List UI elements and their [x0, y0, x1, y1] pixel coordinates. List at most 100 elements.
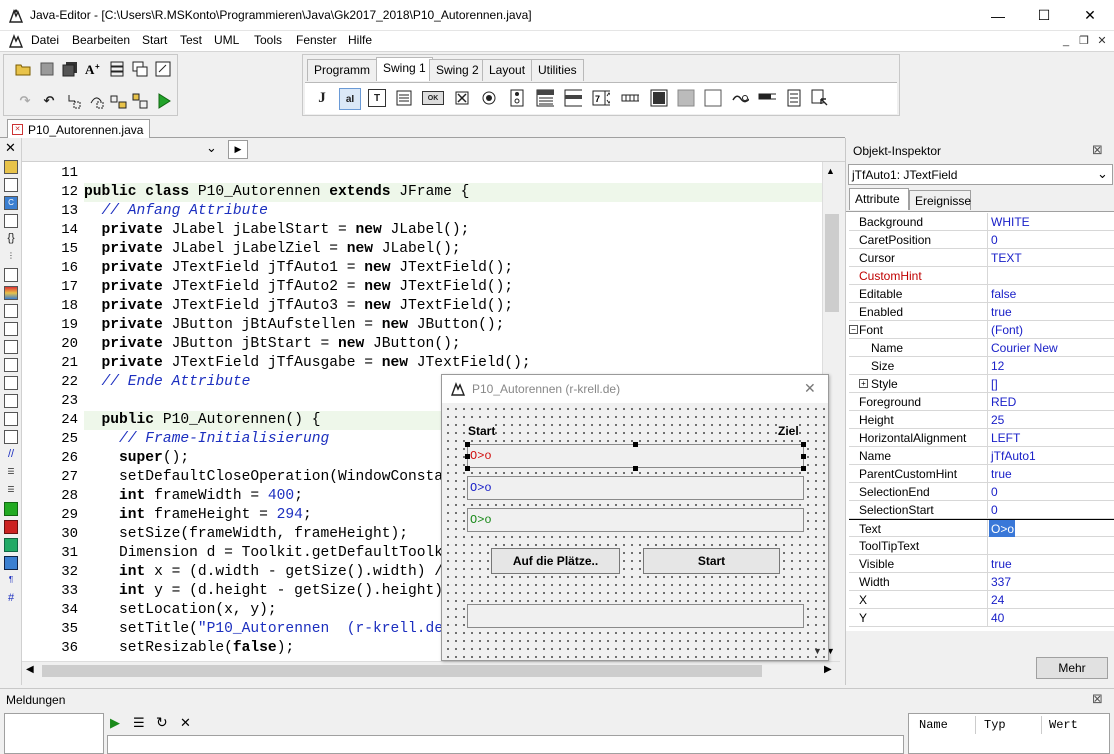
- property-value[interactable]: 0: [989, 501, 1114, 519]
- property-row[interactable]: ParentCustomHint true: [849, 465, 1114, 483]
- property-row[interactable]: ToolTipText: [849, 537, 1114, 555]
- property-value[interactable]: 40: [989, 609, 1114, 627]
- menu-test[interactable]: Test: [180, 33, 202, 47]
- if-icon[interactable]: [4, 304, 18, 318]
- property-row[interactable]: Cursor TEXT: [849, 249, 1114, 267]
- textfield-ausgabe[interactable]: [467, 604, 804, 628]
- dotted-line-icon[interactable]: ⋮: [4, 250, 18, 264]
- run-to-cursor-icon[interactable]: [132, 92, 150, 110]
- jpopupmenu-icon[interactable]: [811, 89, 829, 107]
- textfield-auto2[interactable]: O>o: [467, 476, 804, 500]
- textfield-auto1[interactable]: O>o: [467, 444, 804, 468]
- property-row[interactable]: Width 337: [849, 573, 1114, 591]
- open-folder-icon[interactable]: [14, 60, 32, 78]
- label-start[interactable]: Start: [468, 424, 496, 438]
- tab-swing-2[interactable]: Swing 2: [429, 59, 486, 81]
- scroll-up-icon[interactable]: ▲: [826, 166, 835, 176]
- menu-uml[interactable]: UML: [214, 33, 239, 47]
- property-row[interactable]: Style[] +: [849, 375, 1114, 393]
- scroll-right-icon[interactable]: ▶: [824, 664, 832, 675]
- resize-handle[interactable]: [465, 466, 470, 471]
- select-icon[interactable]: [4, 178, 18, 192]
- code-line[interactable]: private JTextField jTfAuto1 = new JTextF…: [84, 259, 822, 278]
- menu-hilfe[interactable]: Hilfe: [348, 33, 372, 47]
- property-value[interactable]: LEFT: [989, 429, 1114, 447]
- property-row[interactable]: Visible true: [849, 555, 1114, 573]
- toggle-icon[interactable]: [4, 538, 18, 552]
- variables-table[interactable]: Name Typ Wert: [908, 713, 1110, 754]
- unindent-icon[interactable]: ☰: [4, 484, 18, 498]
- maximize-button[interactable]: ☐: [1021, 0, 1067, 31]
- bug-red-icon[interactable]: [4, 520, 18, 534]
- property-row[interactable]: Enabled true: [849, 303, 1114, 321]
- designer-scroll-down-icon[interactable]: ▼: [813, 646, 822, 656]
- menu-bearbeiten[interactable]: Bearbeiten: [72, 33, 130, 47]
- buttongroup-icon[interactable]: [508, 89, 526, 107]
- undo-icon[interactable]: ↶: [40, 92, 58, 110]
- property-row[interactable]: CustomHint: [849, 267, 1114, 285]
- property-value[interactable]: true: [989, 555, 1114, 573]
- jcanvas-icon[interactable]: [704, 89, 722, 107]
- property-value[interactable]: jTfAuto1: [989, 447, 1114, 465]
- mdi-minimize-button[interactable]: _: [1058, 34, 1074, 48]
- property-value[interactable]: false: [989, 285, 1114, 303]
- jmenu-icon[interactable]: [785, 89, 803, 107]
- resize-handle[interactable]: [465, 454, 470, 459]
- jtextarea-icon[interactable]: [395, 89, 413, 107]
- property-value[interactable]: O>o: [989, 520, 1015, 538]
- collapse-icon[interactable]: −: [849, 325, 858, 334]
- scroll-left-icon[interactable]: ◀: [26, 664, 34, 675]
- jlabel-icon[interactable]: aI: [339, 88, 361, 110]
- resize-handle[interactable]: [801, 454, 806, 459]
- textfield-auto3[interactable]: O>o: [467, 508, 804, 532]
- windows-icon[interactable]: [131, 60, 149, 78]
- structure-icon[interactable]: [108, 60, 126, 78]
- for-icon[interactable]: [4, 340, 18, 354]
- folder-icon[interactable]: [4, 160, 18, 174]
- property-value[interactable]: [989, 537, 1114, 555]
- button-start[interactable]: Start: [643, 548, 780, 574]
- close-palette-icon[interactable]: ✕: [5, 140, 16, 156]
- code-line[interactable]: private JTextField jTfAuto2 = new JTextF…: [84, 278, 822, 297]
- property-value[interactable]: 0: [989, 483, 1114, 501]
- property-value[interactable]: 0: [989, 231, 1114, 249]
- menu-fenster[interactable]: Fenster: [296, 33, 337, 47]
- resize-handle[interactable]: [633, 442, 638, 447]
- block-icon[interactable]: [4, 412, 18, 426]
- property-value[interactable]: 25: [989, 411, 1114, 429]
- property-row[interactable]: HorizontalAlignment LEFT: [849, 429, 1114, 447]
- hscroll-thumb[interactable]: [42, 665, 762, 677]
- property-row[interactable]: Font (Font) −: [849, 321, 1114, 339]
- method-icon[interactable]: [4, 214, 18, 228]
- property-value[interactable]: 337: [989, 573, 1114, 591]
- tab-ereignisse[interactable]: Ereignisse: [909, 190, 971, 210]
- jscrollbar-icon[interactable]: [621, 89, 639, 107]
- property-value[interactable]: [989, 267, 1114, 285]
- jprogressbar-icon[interactable]: [758, 89, 776, 107]
- mdi-restore-button[interactable]: ❐: [1076, 34, 1092, 48]
- hash-icon[interactable]: #: [4, 592, 18, 606]
- jcheckbox-icon[interactable]: [453, 89, 471, 107]
- tab-utilities[interactable]: Utilities: [531, 59, 584, 81]
- code-line[interactable]: private JButton jBtStart = new JButton()…: [84, 335, 822, 354]
- property-row[interactable]: Name jTfAuto1: [849, 447, 1114, 465]
- code-line[interactable]: private JTextField jTfAusgabe = new JTex…: [84, 354, 822, 373]
- browser-icon[interactable]: [154, 60, 172, 78]
- property-row[interactable]: Text O>o: [849, 519, 1114, 538]
- code-line[interactable]: private JLabel jLabelZiel = new JLabel()…: [84, 240, 822, 259]
- property-row[interactable]: Size 12: [849, 357, 1114, 375]
- jbutton-icon[interactable]: OK: [422, 91, 444, 105]
- tab-layout[interactable]: Layout: [482, 59, 533, 81]
- step-out-icon[interactable]: [110, 92, 128, 110]
- stop-icon[interactable]: [38, 60, 56, 78]
- tab-attribute[interactable]: Attribute: [849, 188, 909, 210]
- tab-programm[interactable]: Programm: [307, 59, 378, 81]
- font-icon[interactable]: A +: [84, 60, 102, 78]
- resize-handle[interactable]: [465, 442, 470, 447]
- mdi-close-button[interactable]: ✕: [1094, 34, 1110, 48]
- editor-horizontal-scrollbar[interactable]: ◀ ▶: [22, 661, 840, 679]
- messages-close-icon[interactable]: ⊠: [1092, 691, 1103, 707]
- property-value[interactable]: 24: [989, 591, 1114, 609]
- editor-tab-p10-autorennen[interactable]: ✕ P10_Autorennen.java: [7, 119, 151, 139]
- list-icon[interactable]: ☰: [133, 715, 145, 731]
